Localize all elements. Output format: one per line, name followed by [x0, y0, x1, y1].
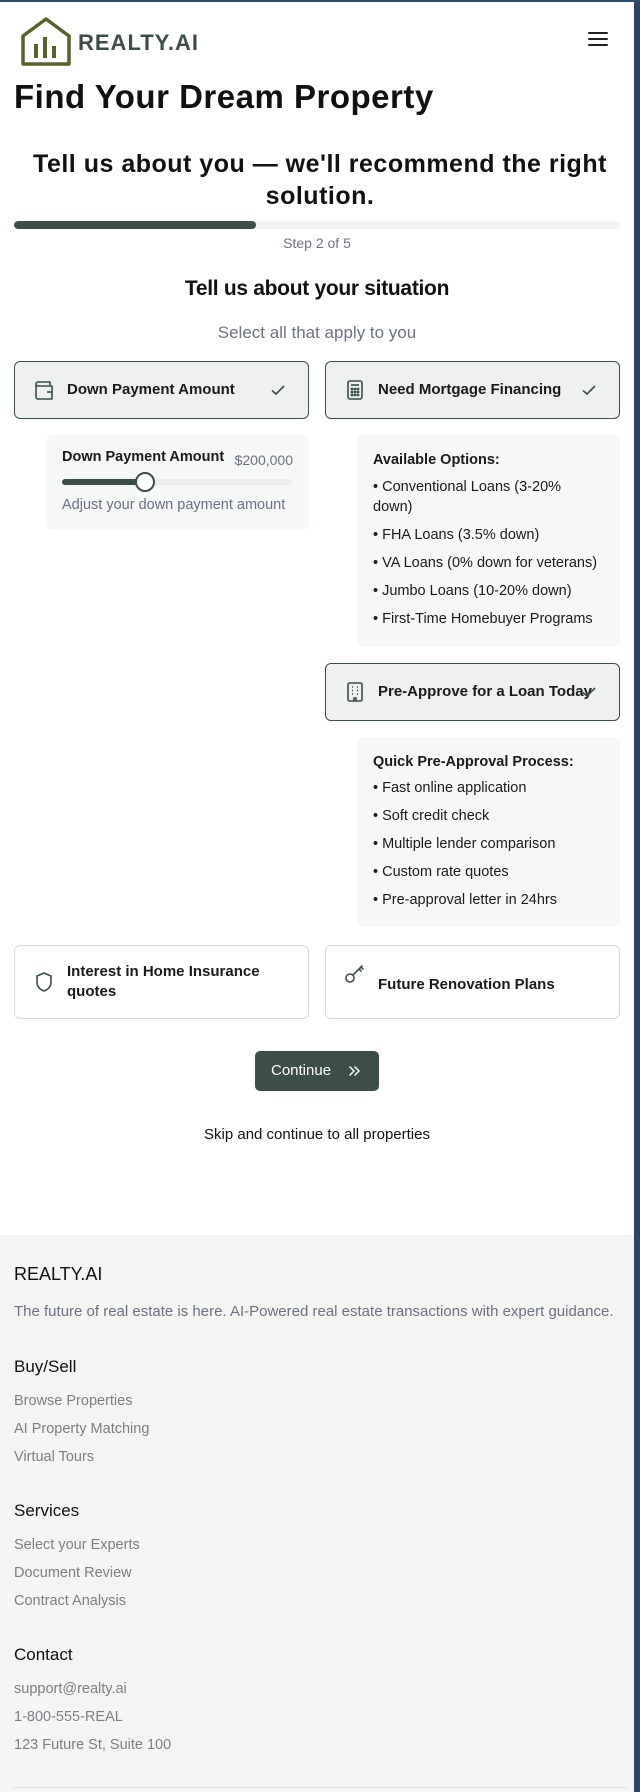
- page-subtitle: Tell us about you — we'll recommend the …: [33, 150, 607, 210]
- footer-heading-contact: Contact: [14, 1645, 73, 1664]
- progress-bar: [14, 221, 620, 229]
- list-item: • Jumbo Loans (10-20% down): [373, 583, 572, 599]
- footer-link-contract-analysis[interactable]: Contract Analysis: [14, 1593, 126, 1609]
- footer-link-document-review[interactable]: Document Review: [14, 1565, 132, 1581]
- continue-button[interactable]: Continue: [255, 1051, 379, 1091]
- check-icon: [271, 385, 285, 396]
- chevrons-right-icon: [349, 1066, 360, 1076]
- footer-contact-address: 123 Future St, Suite 100: [14, 1737, 172, 1753]
- footer-link-browse-properties[interactable]: Browse Properties: [14, 1393, 132, 1409]
- footer-brand: REALTY.AI: [14, 1264, 103, 1284]
- skip-link[interactable]: Skip and continue to all properties: [0, 1126, 634, 1143]
- site-header: REALTY.AI: [0, 2, 640, 80]
- list-item: • FHA Loans (3.5% down): [373, 527, 540, 543]
- page-title: Find Your Dream Property: [14, 78, 434, 115]
- brand-name[interactable]: REALTY.AI: [78, 30, 199, 56]
- footer-link-virtual-tours[interactable]: Virtual Tours: [14, 1449, 94, 1465]
- option-mortgage-financing[interactable]: Need Mortgage Financing: [325, 361, 620, 419]
- option-label: Down Payment Amount: [67, 381, 235, 398]
- footer-divider: [14, 1787, 626, 1788]
- step-indicator: Step 2 of 5: [283, 235, 351, 251]
- continue-label: Continue: [271, 1062, 332, 1079]
- scrollbar[interactable]: [634, 2, 640, 1792]
- list-item: • Pre-approval letter in 24hrs: [373, 892, 557, 908]
- check-icon: [582, 385, 596, 396]
- slider-fill: [62, 479, 145, 485]
- house-chart-icon[interactable]: [20, 16, 72, 68]
- option-down-payment[interactable]: Down Payment Amount: [14, 361, 309, 419]
- option-label: Need Mortgage Financing: [378, 381, 562, 398]
- panel-title: Quick Pre-Approval Process:: [373, 754, 574, 770]
- list-item: • Soft credit check: [373, 808, 490, 824]
- option-label: Pre-Approve for a Loan Today: [378, 683, 592, 700]
- option-home-insurance[interactable]: Interest in Home Insurance quotes: [14, 945, 309, 1019]
- footer-link-ai-matching[interactable]: AI Property Matching: [14, 1421, 149, 1437]
- pre-approval-panel: Quick Pre-Approval Process: • Fast onlin…: [357, 737, 620, 927]
- footer-contact-phone[interactable]: 1-800-555-REAL: [14, 1709, 123, 1725]
- key-icon: [345, 965, 364, 983]
- mortgage-options-panel: Available Options: • Conventional Loans …: [357, 435, 620, 647]
- slider-handle[interactable]: [134, 472, 155, 492]
- list-item: • First-Time Homebuyer Programs: [373, 611, 593, 627]
- hamburger-menu-icon[interactable]: [586, 30, 612, 52]
- slider-value: $200,000: [234, 452, 293, 468]
- progress-fill: [14, 221, 257, 229]
- section-title: Tell us about your situation: [184, 277, 450, 300]
- list-item: • VA Loans (0% down for veterans): [373, 555, 598, 571]
- calculator-icon: [347, 380, 363, 400]
- list-item: • Fast online application: [373, 780, 527, 796]
- down-payment-panel: Down Payment Amount $200,000 Adjust your…: [46, 435, 309, 530]
- shield-icon: [36, 972, 52, 992]
- footer-link-select-experts[interactable]: Select your Experts: [14, 1537, 140, 1553]
- footer-heading-services: Services: [14, 1501, 80, 1520]
- footer-contact-email[interactable]: support@realty.ai: [14, 1681, 127, 1697]
- option-renovation-plans[interactable]: Future Renovation Plans: [325, 945, 620, 1019]
- option-pre-approve[interactable]: Pre-Approve for a Loan Today: [325, 663, 620, 721]
- down-payment-slider[interactable]: [62, 472, 292, 492]
- slider-help-text: Adjust your down payment amount: [62, 497, 286, 513]
- building-icon: [347, 682, 363, 702]
- footer-heading-buy-sell: Buy/Sell: [14, 1357, 77, 1376]
- list-item: • Conventional Loans (3-20% down): [373, 479, 562, 515]
- list-item: • Multiple lender comparison: [373, 836, 556, 852]
- option-label: Interest in Home Insurance quotes: [67, 963, 260, 1000]
- slider-label: Down Payment Amount: [62, 449, 225, 465]
- list-item: • Custom rate quotes: [373, 864, 509, 880]
- footer-description: The future of real estate is here. AI-Po…: [14, 1303, 614, 1320]
- option-label: Future Renovation Plans: [378, 976, 555, 993]
- wallet-icon: [35, 381, 53, 400]
- site-footer: REALTY.AI The future of real estate is h…: [0, 1235, 640, 1792]
- panel-title: Available Options:: [373, 452, 500, 468]
- check-icon: [582, 687, 596, 698]
- section-subtitle: Select all that apply to you: [217, 323, 417, 342]
